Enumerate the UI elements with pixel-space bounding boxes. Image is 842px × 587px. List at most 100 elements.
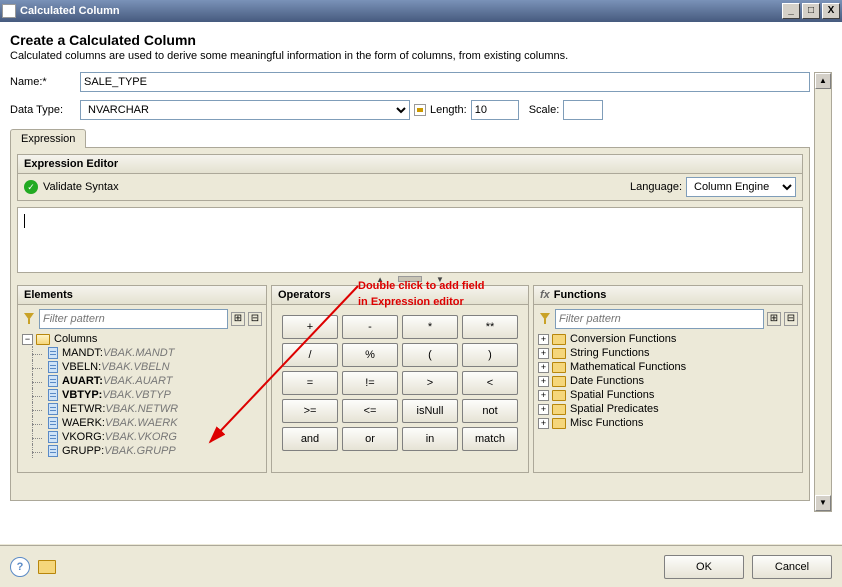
function-category[interactable]: +Conversion Functions	[538, 332, 798, 346]
window-title: Calculated Column	[20, 5, 780, 17]
functions-header: fx Functions	[534, 286, 802, 305]
operator-button[interactable]: or	[342, 427, 398, 451]
datatype-select[interactable]: NVARCHAR	[80, 100, 410, 120]
scale-input[interactable]	[563, 100, 603, 120]
name-input[interactable]	[80, 72, 810, 92]
tree-twisty-plus-icon[interactable]: +	[538, 334, 549, 345]
tree-twisty-minus-icon[interactable]: −	[22, 334, 33, 345]
minimize-button[interactable]: _	[782, 3, 800, 19]
tree-twisty-plus-icon[interactable]: +	[538, 404, 549, 415]
fx-icon: fx	[540, 289, 550, 301]
expression-textarea[interactable]	[17, 207, 803, 273]
operator-button[interactable]: <	[462, 371, 518, 395]
operator-button[interactable]: -	[342, 315, 398, 339]
functions-panel: fx Functions ⊞ ⊟ +Conversion Functions+S…	[533, 285, 803, 473]
maximize-button[interactable]: □	[802, 3, 820, 19]
operator-button[interactable]: !=	[342, 371, 398, 395]
operator-button[interactable]: (	[402, 343, 458, 367]
operator-button[interactable]: <=	[342, 399, 398, 423]
folder-icon	[552, 376, 566, 387]
footer: ? OK Cancel	[0, 545, 842, 587]
column-item-auart[interactable]: AUART: VBAK.AUART	[22, 374, 262, 388]
column-item-netwr[interactable]: NETWR: VBAK.NETWR	[22, 402, 262, 416]
tab-strip: Expression	[10, 128, 810, 147]
scale-label: Scale:	[529, 104, 560, 116]
elements-panel: Elements ⊞ ⊟ − Columns	[17, 285, 267, 473]
tab-expression[interactable]: Expression	[10, 129, 86, 148]
column-item-mandt[interactable]: MANDT: VBAK.MANDT	[22, 346, 262, 360]
tree-twisty-plus-icon[interactable]: +	[538, 418, 549, 429]
operator-button[interactable]: =	[282, 371, 338, 395]
folder-icon	[552, 390, 566, 401]
function-category[interactable]: +String Functions	[538, 346, 798, 360]
filter-icon	[22, 312, 36, 326]
close-button[interactable]: X	[822, 3, 840, 19]
elements-header: Elements	[18, 286, 266, 305]
function-category[interactable]: +Date Functions	[538, 374, 798, 388]
operator-button[interactable]: and	[282, 427, 338, 451]
check-icon: ✓	[24, 180, 38, 194]
column-item-vkorg[interactable]: VKORG: VBAK.VKORG	[22, 430, 262, 444]
operator-button[interactable]: >=	[282, 399, 338, 423]
operator-button[interactable]: /	[282, 343, 338, 367]
column-icon	[48, 375, 58, 387]
column-item-waerk[interactable]: WAERK: VBAK.WAERK	[22, 416, 262, 430]
scroll-up-icon[interactable]: ▲	[815, 73, 831, 89]
operator-button[interactable]: *	[402, 315, 458, 339]
expression-editor-header: Expression Editor	[17, 154, 803, 174]
functions-filter-input[interactable]	[555, 309, 764, 329]
elements-tree: − Columns MANDT: VBAK.MANDTVBELN: VBAK.V…	[22, 332, 262, 458]
tree-twisty-plus-icon[interactable]: +	[538, 348, 549, 359]
operator-button[interactable]: )	[462, 343, 518, 367]
function-category[interactable]: +Mathematical Functions	[538, 360, 798, 374]
operator-button[interactable]: +	[282, 315, 338, 339]
form-scrollbar[interactable]: ▲ ▼	[814, 72, 832, 512]
column-icon	[48, 347, 58, 359]
length-input[interactable]	[471, 100, 519, 120]
key-icon	[414, 104, 426, 116]
page-subtitle: Calculated columns are used to derive so…	[10, 50, 832, 62]
validate-syntax-link[interactable]: Validate Syntax	[43, 181, 119, 193]
operator-button[interactable]: >	[402, 371, 458, 395]
client-area: Create a Calculated Column Calculated co…	[0, 22, 842, 544]
expand-all-button[interactable]: ⊞	[767, 312, 781, 326]
column-item-grupp[interactable]: GRUPP: VBAK.GRUPP	[22, 444, 262, 458]
help-button[interactable]: ?	[10, 557, 30, 577]
tree-twisty-plus-icon[interactable]: +	[538, 376, 549, 387]
filter-icon	[538, 312, 552, 326]
operator-button[interactable]: in	[402, 427, 458, 451]
cancel-button[interactable]: Cancel	[752, 555, 832, 579]
language-select[interactable]: Column Engine	[686, 177, 796, 197]
folder-icon	[552, 418, 566, 429]
column-icon	[48, 445, 58, 457]
column-item-vbeln[interactable]: VBELN: VBAK.VBELN	[22, 360, 262, 374]
scroll-down-icon[interactable]: ▼	[815, 495, 831, 511]
folder-open-icon	[36, 334, 50, 345]
expression-editor-toolbar: ✓ Validate Syntax Language: Column Engin…	[17, 174, 803, 201]
function-category[interactable]: +Misc Functions	[538, 416, 798, 430]
tree-twisty-plus-icon[interactable]: +	[538, 362, 549, 373]
operator-button[interactable]: %	[342, 343, 398, 367]
collapse-all-button[interactable]: ⊟	[784, 312, 798, 326]
elements-filter-input[interactable]	[39, 309, 228, 329]
operator-button[interactable]: isNull	[402, 399, 458, 423]
function-category[interactable]: +Spatial Functions	[538, 388, 798, 402]
operator-button[interactable]: match	[462, 427, 518, 451]
ok-button[interactable]: OK	[664, 555, 744, 579]
column-item-vbtyp[interactable]: VBTYP: VBAK.VBTYP	[22, 388, 262, 402]
datatype-label: Data Type:	[10, 104, 80, 116]
page-title: Create a Calculated Column	[10, 32, 832, 48]
annotation: Double click to add fieldin Expression e…	[358, 278, 485, 310]
expand-all-button[interactable]: ⊞	[231, 312, 245, 326]
tree-root-columns[interactable]: − Columns	[22, 332, 262, 346]
folder-icon[interactable]	[38, 560, 56, 574]
operator-button[interactable]: not	[462, 399, 518, 423]
column-icon	[48, 431, 58, 443]
window-icon	[2, 4, 16, 18]
operator-button[interactable]: **	[462, 315, 518, 339]
tree-twisty-plus-icon[interactable]: +	[538, 390, 549, 401]
function-category[interactable]: +Spatial Predicates	[538, 402, 798, 416]
column-icon	[48, 389, 58, 401]
folder-icon	[552, 334, 566, 345]
collapse-all-button[interactable]: ⊟	[248, 312, 262, 326]
